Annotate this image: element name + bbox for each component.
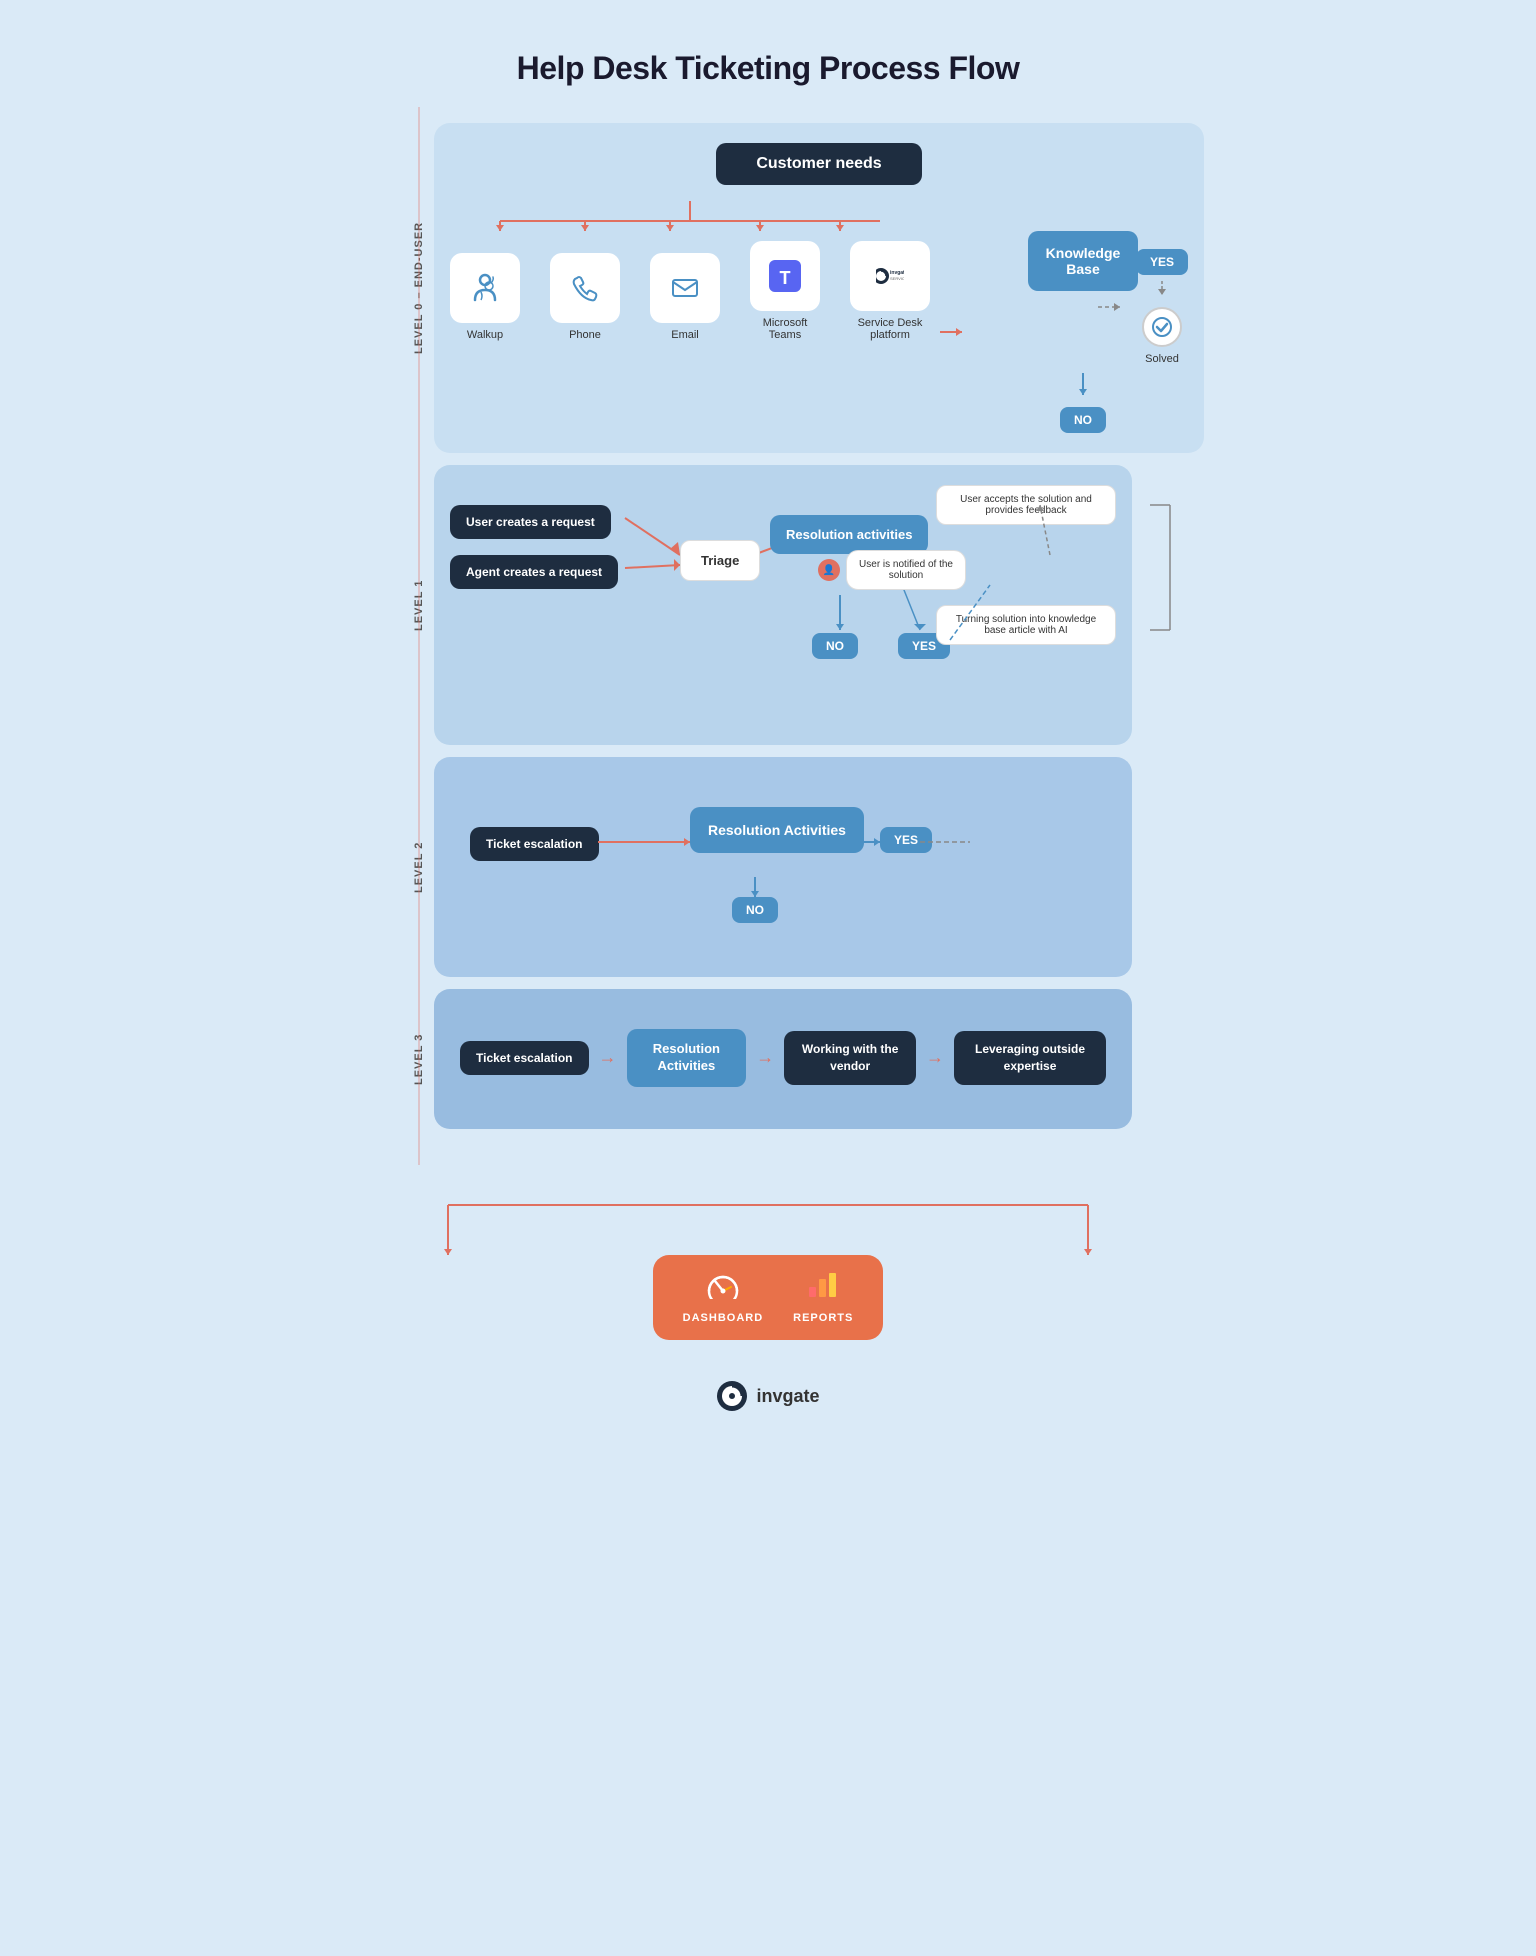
svg-text:T: T [780, 268, 791, 288]
dashboard-connector [418, 1195, 1118, 1255]
working-with-vendor-box: Working with the vendor [784, 1031, 916, 1085]
teams-icon: T [750, 241, 820, 311]
walkup-icon [450, 253, 520, 323]
dashboard-item: DASHBOARD [683, 1271, 764, 1324]
turning-solution-box: Turning solution into knowledge base art… [936, 605, 1116, 645]
dashboard-icon [705, 1271, 741, 1306]
channel-teams: T Microsoft Teams [750, 241, 820, 341]
arrow-l3-2: → [756, 1047, 774, 1068]
no-box-l2: NO [732, 897, 778, 923]
ticket-escalation-3-box: Ticket escalation [460, 1041, 589, 1075]
page-title: Help Desk Ticketing Process Flow [384, 20, 1152, 107]
customer-needs-box: Customer needs [716, 143, 921, 185]
reports-item: REPORTS [793, 1271, 853, 1324]
invgate-logo-icon [716, 1380, 748, 1412]
yes-box-l2: YES [880, 827, 932, 853]
dashboard-box: DASHBOARD REPORTS [653, 1255, 884, 1340]
level0-label: LEVEL 0 – END-USER [404, 117, 434, 459]
level3-label: LEVEL 3 [404, 983, 434, 1135]
no-box-kb: NO [1060, 407, 1106, 433]
user-accepts-box: User accepts the solution and provides f… [936, 485, 1116, 525]
channel-phone: Phone [550, 253, 620, 341]
invgate-logo-text: invgate [756, 1386, 819, 1407]
solved-label: Solved [1145, 353, 1179, 365]
ticket-escalation-2-box: Ticket escalation [470, 827, 599, 861]
user-notified-box: 👤 User is notified of the solution [818, 550, 966, 590]
triage-box: Triage [680, 540, 760, 581]
email-icon [650, 253, 720, 323]
yes-box-kb: YES [1136, 249, 1188, 275]
dashboard-section: DASHBOARD REPORTS [384, 1185, 1152, 1350]
channel-email: Email [650, 253, 720, 341]
solved-icon [1142, 307, 1182, 347]
resolution-activities-2-box: Resolution Activities [690, 807, 864, 853]
arrow-l3-1: → [599, 1047, 617, 1068]
phone-icon [550, 253, 620, 323]
level2-label: LEVEL 2 [404, 751, 434, 983]
channel-servicedesk: invgate SERVICE DESK Service Desk platfo… [850, 241, 930, 341]
arrow-l3-3: → [926, 1047, 944, 1068]
servicedesk-icon: invgate SERVICE DESK [850, 241, 930, 311]
reports-icon [807, 1271, 839, 1306]
svg-text:SERVICE DESK: SERVICE DESK [890, 276, 904, 281]
reports-label: REPORTS [793, 1312, 853, 1324]
invgate-logo: invgate [384, 1370, 1152, 1422]
no-box-l1: NO [812, 633, 858, 659]
dashboard-label: DASHBOARD [683, 1312, 764, 1324]
level2-arrows [450, 777, 1116, 957]
channel-walkup: Walkup [450, 253, 520, 341]
level1-label: LEVEL 1 [404, 459, 434, 751]
resolution-activities-1-box: Resolution activities [770, 515, 928, 554]
resolution-activities-3-box: Resolution Activities [627, 1029, 747, 1087]
leveraging-expertise-box: Leveraging outside expertise [954, 1031, 1106, 1085]
